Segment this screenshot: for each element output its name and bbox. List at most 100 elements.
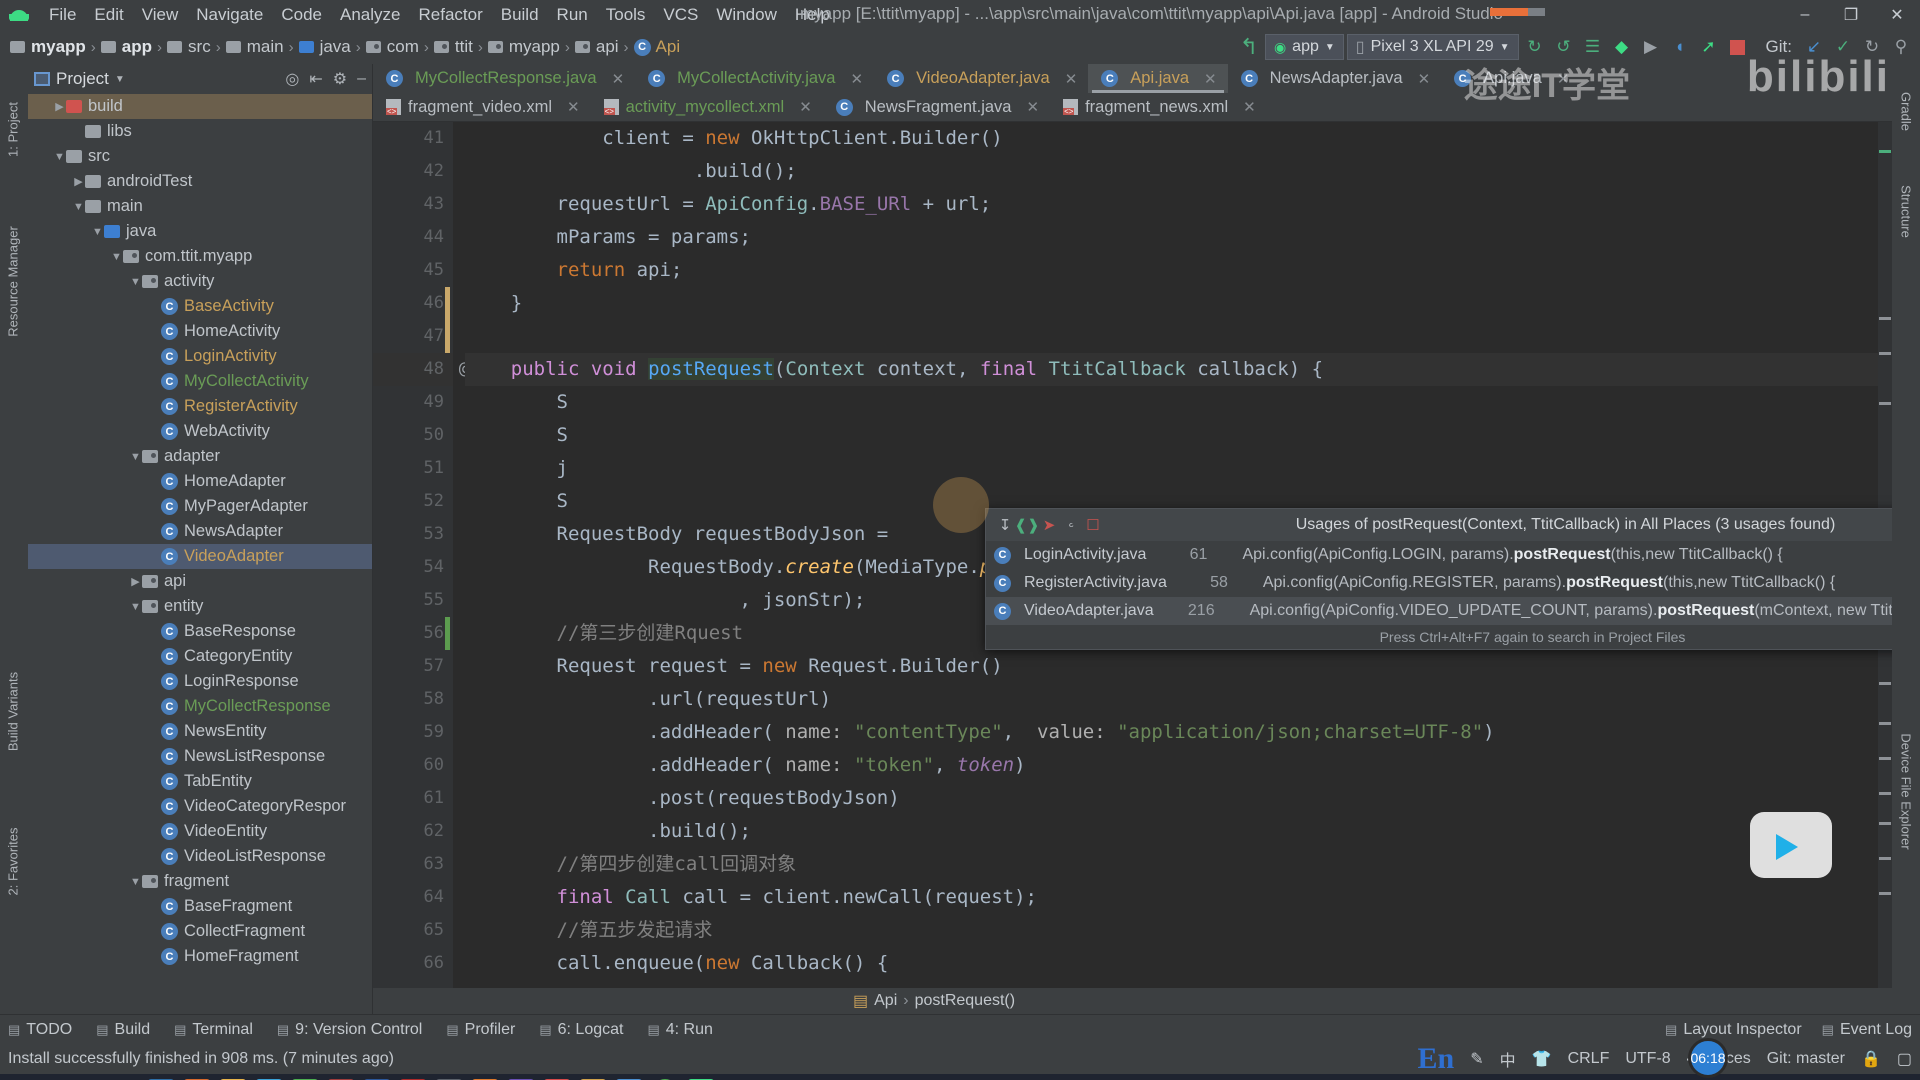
editor-tab-fragment_video-xml[interactable]: fragment_video.xml ✕ (373, 93, 591, 121)
rail-item-gradle[interactable]: Gradle (1899, 77, 1914, 147)
tree-item[interactable]: C MyCollectActivity (28, 369, 372, 394)
profile-app-icon[interactable]: ◖ (1667, 34, 1693, 60)
maximize-button[interactable]: ❐ (1828, 0, 1874, 30)
search-everywhere-icon[interactable]: ⚲ (1888, 34, 1914, 60)
tool-window-layoutinspector[interactable]: ▤ Layout Inspector (1665, 1021, 1802, 1039)
editor-tabs-row-1[interactable]: C MyCollectResponse.java ✕ C MyCollectActivi… (373, 64, 1892, 93)
rail-item-project[interactable]: 1: Project (6, 95, 21, 165)
breadcrumb-item-src[interactable]: src (167, 37, 211, 57)
tree-item[interactable]: C RegisterActivity (28, 394, 372, 419)
menu-item-run[interactable]: Run (548, 2, 597, 28)
close-tab-icon[interactable]: ✕ (851, 70, 864, 88)
chevron-down-icon[interactable]: ▼ (53, 151, 66, 163)
breadcrumb-item-app[interactable]: app (100, 37, 152, 57)
breadcrumb-item-api[interactable]: api (574, 37, 619, 57)
editor-tab-VideoAdapter-java[interactable]: C VideoAdapter.java ✕ (874, 64, 1088, 93)
tree-item[interactable]: C HomeActivity (28, 319, 372, 344)
menu-item-file[interactable]: File (40, 2, 85, 28)
close-button[interactable]: ✕ (1874, 0, 1920, 30)
breadcrumb-item-java[interactable]: java (298, 37, 351, 57)
breadcrumb-method[interactable]: postRequest() (915, 992, 1016, 1010)
breadcrumb-item-Api[interactable]: C Api (633, 37, 680, 57)
editor-tab-NewsAdapter-java[interactable]: C NewsAdapter.java ✕ (1228, 64, 1442, 93)
tree-item[interactable]: ▼ fragment (28, 869, 372, 894)
run-configuration-selector[interactable]: ◉ app ▼ (1264, 34, 1344, 60)
stop-icon[interactable] (1725, 34, 1751, 60)
breadcrumb-item-com[interactable]: com (365, 37, 419, 57)
collapse-all-icon[interactable]: ⇤ (309, 69, 322, 89)
menu-item-navigate[interactable]: Navigate (187, 2, 272, 28)
tree-item[interactable]: C VideoListResponse (28, 844, 372, 869)
close-tab-icon[interactable]: ✕ (799, 98, 812, 116)
chevron-right-icon[interactable]: ▶ (72, 175, 85, 188)
breadcrumb-item-myapp[interactable]: myapp (10, 37, 86, 57)
tool-window-run[interactable]: ▤ 4: Run (647, 1021, 712, 1039)
tree-item[interactable]: C TabEntity (28, 769, 372, 794)
tree-item[interactable]: ▼ src (28, 144, 372, 169)
editor-tabs-row-2[interactable]: fragment_video.xml✕activity_mycollect.xm… (373, 93, 1892, 122)
rail-item-structure[interactable]: Structure (1899, 169, 1914, 255)
tree-item[interactable]: C HomeAdapter (28, 469, 372, 494)
chevron-down-icon[interactable]: ▼ (115, 74, 125, 85)
rail-item-resource-manager[interactable]: Resource Manager (6, 222, 21, 342)
tree-item[interactable]: C CategoryEntity (28, 644, 372, 669)
tool-window-logcat[interactable]: ▤ 6: Logcat (539, 1021, 623, 1039)
tree-item[interactable]: C MyCollectResponse (28, 694, 372, 719)
event-log-dot-icon[interactable]: ▢ (1897, 1049, 1912, 1069)
tool-window-build[interactable]: ▤ Build (96, 1021, 150, 1039)
tool-window-profiler[interactable]: ▤ Profiler (446, 1021, 515, 1039)
editor-tab-fragment_news-xml[interactable]: fragment_news.xml ✕ (1050, 93, 1267, 121)
lock-icon[interactable]: 🔒 (1861, 1049, 1881, 1069)
tool-window-terminal[interactable]: ▤ Terminal (174, 1021, 253, 1039)
chevron-down-icon[interactable]: ▼ (110, 251, 123, 263)
hide-panel-icon[interactable]: – (357, 70, 366, 88)
chevron-right-icon[interactable]: ▶ (129, 575, 142, 588)
tree-item[interactable]: C BaseActivity (28, 294, 372, 319)
ime-language-indicator[interactable]: En (1418, 1042, 1455, 1076)
menu-item-build[interactable]: Build (492, 2, 548, 28)
code-editor[interactable]: 41 42 43 44 45 46 47 48 @ 49 50 51 52 53 54 55 56 57 58 59 6… (373, 122, 1892, 988)
tree-item[interactable]: C BaseFragment (28, 894, 372, 919)
usage-row[interactable]: C LoginActivity.java 61 Api.config(ApiConfi… (986, 541, 1892, 569)
menu-item-window[interactable]: Window (707, 2, 785, 28)
usage-row[interactable]: C VideoAdapter.java 216 Api.config(ApiConfi… (986, 597, 1892, 625)
breadcrumb-item-ttit[interactable]: ttit (433, 37, 473, 57)
breadcrumb-item-myapp[interactable]: myapp (487, 37, 560, 57)
chevron-down-icon[interactable]: ▼ (72, 201, 85, 213)
menu-item-view[interactable]: View (133, 2, 188, 28)
tree-item[interactable]: C NewsEntity (28, 719, 372, 744)
minimize-button[interactable]: – (1782, 0, 1828, 30)
chevron-down-icon[interactable]: ▼ (129, 451, 142, 463)
previous-occurrence-icon[interactable]: ❰❱ (1014, 514, 1039, 536)
settings-gear-icon[interactable]: ⚙ (333, 69, 347, 89)
vcs-commit-icon[interactable]: ✓ (1830, 34, 1856, 60)
tree-item[interactable]: C CollectFragment (28, 919, 372, 944)
breadcrumb-item-main[interactable]: main (225, 37, 284, 57)
chevron-down-icon[interactable]: ▼ (91, 226, 104, 238)
device-selector[interactable]: ▯ Pixel 3 XL API 29 ▼ (1346, 34, 1519, 60)
tree-item[interactable]: C LoginActivity (28, 344, 372, 369)
tree-item[interactable]: ▼ entity (28, 594, 372, 619)
tree-item[interactable]: C WebActivity (28, 419, 372, 444)
attach-debugger-icon[interactable]: ➚ (1696, 34, 1722, 60)
menu-item-vcs[interactable]: VCS (654, 2, 707, 28)
tree-item[interactable]: C VideoAdapter (28, 544, 372, 569)
back-arrow-icon[interactable]: ↰ (1236, 34, 1262, 60)
info-icon[interactable]: 𝆢 (1060, 514, 1082, 536)
tool-window-versioncontrol[interactable]: ▤ 9: Version Control (277, 1021, 422, 1039)
tree-item[interactable]: C LoginResponse (28, 669, 372, 694)
next-occurrence-icon[interactable]: ➤ (1038, 514, 1060, 536)
vcs-update-icon[interactable]: ↙ (1801, 34, 1827, 60)
rail-item-device-file-explorer[interactable]: Device File Explorer (1899, 717, 1914, 867)
tree-item[interactable]: ▶ api (28, 569, 372, 594)
menu-item-code[interactable]: Code (272, 2, 331, 28)
tree-item[interactable]: C NewsAdapter (28, 519, 372, 544)
tree-item[interactable]: ▼ activity (28, 269, 372, 294)
project-tree[interactable]: ▶ build libs ▼ src ▶ androidTest ▼ main ▼ java ▼ com… (28, 94, 372, 1014)
close-tab-icon[interactable]: ✕ (1243, 98, 1256, 116)
usage-row[interactable]: C RegisterActivity.java 58 Api.config(ApiCo… (986, 569, 1892, 597)
chevron-down-icon[interactable]: ▼ (129, 601, 142, 613)
close-tab-icon[interactable]: ✕ (612, 70, 625, 88)
close-tab-icon[interactable]: ✕ (567, 98, 580, 116)
editor-tab-MyCollectActivity-java[interactable]: C MyCollectActivity.java ✕ (635, 64, 874, 93)
